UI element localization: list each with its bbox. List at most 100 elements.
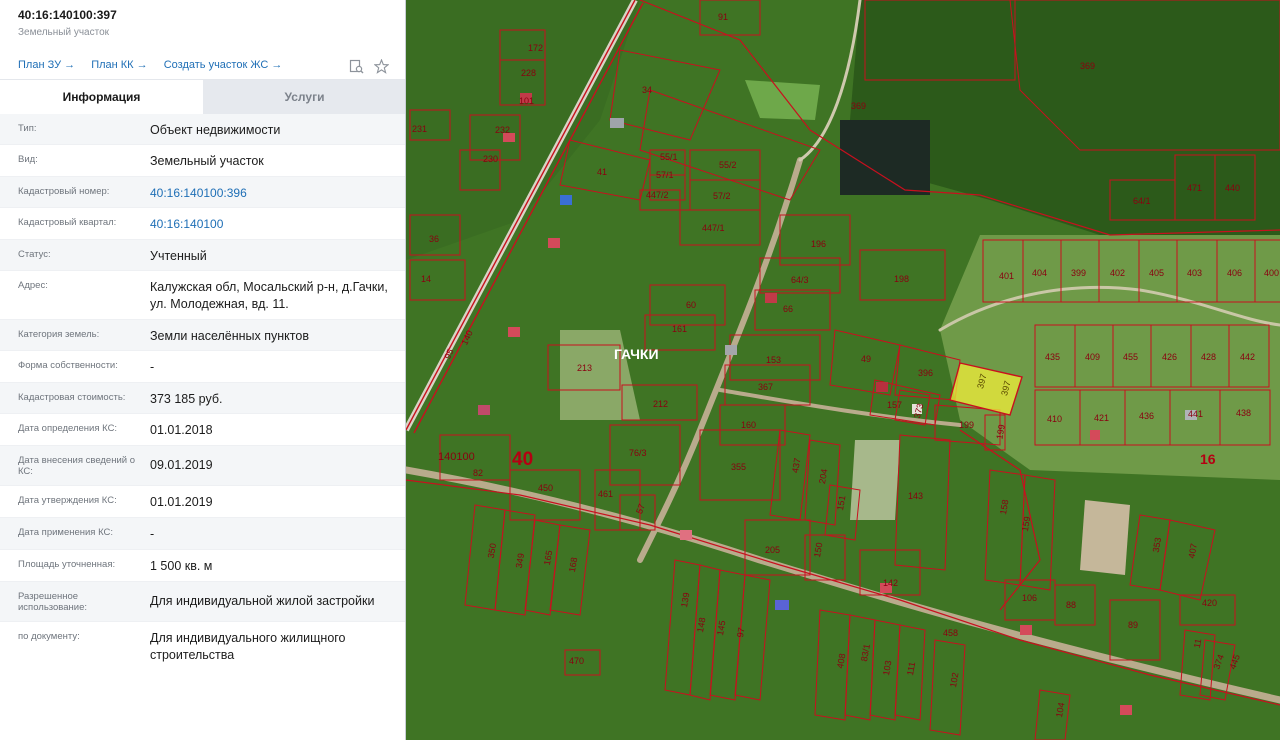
- parcel-label-441: 441: [1188, 409, 1203, 419]
- bare-plot: [850, 440, 900, 520]
- parcel-label-106: 106: [1022, 593, 1037, 603]
- cadastral-map[interactable]: 91 369 172 228 34 101 232 369 231 230 55…: [406, 0, 1280, 740]
- parcel-label-406: 406: [1227, 268, 1242, 278]
- parcel-label-60: 60: [686, 300, 696, 310]
- star-icon[interactable]: [373, 58, 389, 74]
- parcel-label-205: 205: [765, 545, 780, 555]
- plan-zu-link[interactable]: План ЗУ →: [18, 59, 75, 71]
- parcel-label-88: 88: [1066, 600, 1076, 610]
- attr-label: Категория земель:: [18, 329, 100, 340]
- parcel-label-405: 405: [1149, 268, 1164, 278]
- attr-value: 01.01.2018: [150, 423, 213, 437]
- attr-value: Объект недвижимости: [150, 123, 281, 137]
- attr-label: Адрес:: [18, 280, 48, 291]
- parcel-label-455: 455: [1123, 352, 1138, 362]
- parcel-label-49: 49: [861, 354, 871, 364]
- parcel-label-231: 231: [412, 124, 427, 134]
- attr-label: Дата внесения сведений о КС:: [18, 455, 135, 477]
- parcel-label-143: 143: [908, 491, 923, 501]
- parcel-label-198: 198: [894, 274, 909, 284]
- parcel-label-440: 440: [1225, 183, 1240, 193]
- parcel-label-55-1: 55/1: [660, 152, 678, 162]
- parcel-label-213: 213: [577, 363, 592, 373]
- parcel-label-420: 420: [1202, 598, 1217, 608]
- parcel-label-142: 142: [883, 578, 898, 588]
- bare-plot: [1080, 500, 1130, 575]
- action-links: План ЗУ → План КК → Создать участок ЖС →: [18, 59, 295, 71]
- attr-value: 1 500 кв. м: [150, 559, 213, 573]
- attr-label: Разрешенное использование:: [18, 591, 88, 613]
- tab-info[interactable]: Информация: [0, 80, 203, 114]
- parcel-label-436: 436: [1139, 411, 1154, 421]
- attr-label: Кадастровый номер:: [18, 186, 110, 197]
- attr-row-cost-entry-date: Дата внесения сведений о КС: 09.01.2019: [0, 446, 405, 486]
- parcel-label-57-2: 57/2: [713, 191, 731, 201]
- parcel-label-11: 11: [1192, 638, 1203, 649]
- parcel-label-447-2: 447/2: [646, 190, 669, 200]
- parcel-label-89: 89: [1128, 620, 1138, 630]
- attr-label: Кадастровый квартал:: [18, 217, 117, 228]
- attr-value: 09.01.2019: [150, 458, 213, 472]
- parcel-label-196: 196: [811, 239, 826, 249]
- attr-value: Земли населённых пунктов: [150, 329, 309, 343]
- attr-value: 373 185 руб.: [150, 392, 223, 406]
- parcel-label-355: 355: [731, 462, 746, 472]
- parcel-label-461: 461: [598, 489, 613, 499]
- parcel-label-400: 400: [1264, 268, 1279, 278]
- parcel-label-64-1: 64/1: [1133, 196, 1151, 206]
- parcel-label-101: 101: [519, 96, 534, 106]
- attr-label: Тип:: [18, 123, 37, 134]
- parcel-label-402: 402: [1110, 268, 1125, 278]
- attr-row-type: Тип: Объект недвижимости: [0, 114, 405, 145]
- parcel-label-438: 438: [1236, 408, 1251, 418]
- attr-row-by-document: по документу: Для индивидуального жилищн…: [0, 622, 405, 676]
- search-doc-icon[interactable]: [348, 58, 364, 74]
- parcel-label-172: 172: [528, 43, 543, 53]
- parcel-label-82: 82: [473, 468, 483, 478]
- attr-value: Для индивидуальной жилой застройки: [150, 594, 375, 608]
- parcel-label-369: 369: [1080, 61, 1095, 71]
- attr-row-status: Статус: Учтенный: [0, 240, 405, 271]
- attr-value: Учтенный: [150, 249, 207, 263]
- attr-value: Калужская обл, Мосальский р-н, д.Гачки, …: [150, 280, 388, 311]
- create-parcel-link[interactable]: Создать участок ЖС →: [164, 59, 283, 71]
- map-canvas[interactable]: 91 369 172 228 34 101 232 369 231 230 55…: [406, 0, 1280, 740]
- parcel-label-399: 399: [1071, 268, 1086, 278]
- parcel-label-471: 471: [1187, 183, 1202, 193]
- cadastral-quarter-link[interactable]: 40:16:140100: [150, 216, 400, 233]
- parcel-label-428: 428: [1201, 352, 1216, 362]
- attr-label: Кадастровая стоимость:: [18, 392, 126, 403]
- parcel-label-76-3: 76/3: [629, 448, 647, 458]
- plan-kk-link[interactable]: План КК →: [91, 59, 147, 71]
- attr-label: Статус:: [18, 249, 51, 260]
- parcel-label-153: 153: [766, 355, 781, 365]
- parcel-label-426: 426: [1162, 352, 1177, 362]
- parcel-label-228: 228: [521, 68, 536, 78]
- parcel-label-369-b: 369: [851, 101, 866, 111]
- parcel-label-64-3: 64/3: [791, 275, 809, 285]
- attr-row-cadastral-number: Кадастровый номер: 40:16:140100:396: [0, 177, 405, 208]
- info-panel: 40:16:140100:397 Земельный участок План …: [0, 0, 406, 740]
- parcel-label-409: 409: [1085, 352, 1100, 362]
- attr-label: Дата утверждения КС:: [18, 495, 117, 506]
- parcel-label-410: 410: [1047, 414, 1062, 424]
- parcel-label-160: 160: [741, 420, 756, 430]
- attr-row-cost-date: Дата определения КС: 01.01.2018: [0, 414, 405, 446]
- cadastral-number-link[interactable]: 40:16:140100:396: [150, 185, 400, 202]
- parcel-label-199: 199: [959, 420, 974, 430]
- parcel-label-403: 403: [1187, 268, 1202, 278]
- village-name: ГАЧКИ: [614, 346, 659, 362]
- parcel-label-66: 66: [783, 304, 793, 314]
- attr-value: Для индивидуального жилищного строительс…: [150, 631, 346, 662]
- parcel-label-435: 435: [1045, 352, 1060, 362]
- parcel-label-232: 232: [495, 125, 510, 135]
- parcel-label-41: 41: [597, 167, 607, 177]
- parcel-label-458: 458: [943, 628, 958, 638]
- attr-row-kind: Вид: Земельный участок: [0, 145, 405, 177]
- attr-value: -: [150, 527, 155, 541]
- parcel-label-442: 442: [1240, 352, 1255, 362]
- quarter-code-label: 140100: [438, 451, 475, 463]
- parcel-label-470: 470: [569, 656, 584, 666]
- tab-services[interactable]: Услуги: [203, 80, 405, 114]
- parcel-label-157: 157: [887, 400, 902, 410]
